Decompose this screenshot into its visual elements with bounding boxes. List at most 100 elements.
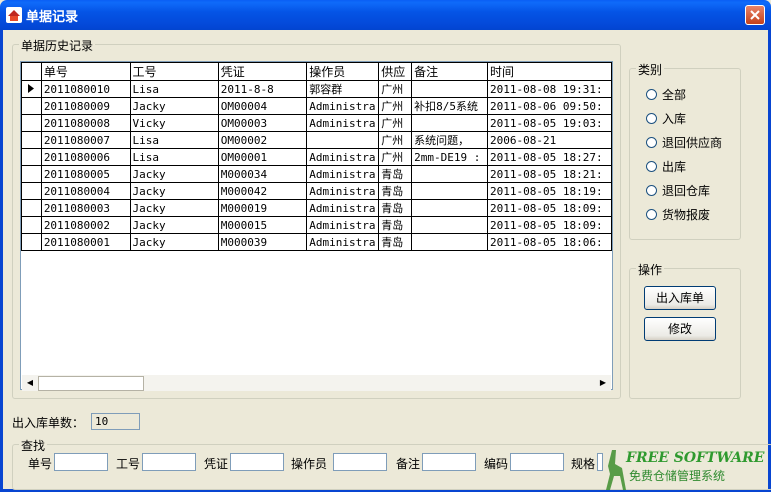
- row-selector[interactable]: [21, 182, 42, 200]
- cell-time[interactable]: 2011-08-05 18:21:: [487, 165, 612, 183]
- close-button[interactable]: [745, 5, 765, 25]
- cell-employee-id[interactable]: Lisa: [129, 148, 219, 166]
- scrollbar-thumb[interactable]: [38, 376, 144, 391]
- cell-voucher[interactable]: M000019: [217, 199, 308, 217]
- cell-remark[interactable]: 补扣8/5系统: [411, 97, 489, 115]
- cell-employee-id[interactable]: Jacky: [129, 97, 219, 115]
- cell-time[interactable]: 2011-08-05 18:19:: [487, 182, 612, 200]
- cell-operator[interactable]: Administra: [306, 233, 380, 251]
- cell-time[interactable]: 2011-08-05 18:09:: [487, 216, 612, 234]
- cell-supplier[interactable]: 广州: [378, 114, 413, 132]
- table-row[interactable]: 2011080008 Vicky OM00003 Administra 广州 2011-0…: [21, 114, 612, 132]
- scroll-right-arrow-icon[interactable]: ▶: [595, 375, 611, 391]
- cell-employee-id[interactable]: Jacky: [129, 199, 219, 217]
- cell-employee-id[interactable]: Lisa: [129, 80, 219, 98]
- table-row[interactable]: 2011080004 Jacky M000042 Administra 青岛 2011-0…: [21, 182, 612, 200]
- cell-voucher[interactable]: M000015: [217, 216, 308, 234]
- search-voucher-input[interactable]: [230, 453, 284, 471]
- search-operator-input[interactable]: [333, 453, 387, 471]
- table-row[interactable]: 2011080009 Jacky OM00004 Administra 广州 补扣8/5系…: [21, 97, 612, 115]
- cell-remark[interactable]: [411, 114, 489, 132]
- cell-time[interactable]: 2011-08-05 18:06:: [487, 233, 612, 251]
- cell-voucher[interactable]: OM00003: [217, 114, 308, 132]
- search-remark-input[interactable]: [422, 453, 476, 471]
- cell-employee-id[interactable]: Jacky: [129, 182, 219, 200]
- cell-bill-no[interactable]: 2011080002: [40, 216, 131, 234]
- row-selector[interactable]: [21, 114, 42, 132]
- column-header-voucher[interactable]: 凭证: [217, 62, 308, 81]
- cell-bill-no[interactable]: 2011080010: [40, 80, 131, 98]
- column-header-time[interactable]: 时间: [487, 62, 612, 81]
- cell-bill-no[interactable]: 2011080009: [40, 97, 131, 115]
- row-selector[interactable]: [21, 216, 42, 234]
- cell-supplier[interactable]: 青岛: [378, 182, 413, 200]
- cell-voucher[interactable]: OM00001: [217, 148, 308, 166]
- cell-operator[interactable]: Administra: [306, 97, 380, 115]
- radio-button[interactable]: [646, 208, 657, 220]
- cell-voucher[interactable]: 2011-8-8: [217, 80, 308, 98]
- row-selector[interactable]: [21, 97, 42, 115]
- horizontal-scrollbar[interactable]: ◀ ▶: [22, 374, 611, 391]
- cell-bill-no[interactable]: 2011080005: [40, 165, 131, 183]
- cell-bill-no[interactable]: 2011080001: [40, 233, 131, 251]
- cell-operator[interactable]: Administra: [306, 165, 380, 183]
- row-selector[interactable]: [21, 165, 42, 183]
- cell-supplier[interactable]: 青岛: [378, 165, 413, 183]
- cell-bill-no[interactable]: 2011080007: [40, 131, 131, 149]
- row-selector[interactable]: [21, 80, 42, 98]
- search-employee-id-input[interactable]: [142, 453, 196, 471]
- cell-supplier[interactable]: 青岛: [378, 216, 413, 234]
- cell-operator[interactable]: Administra: [306, 199, 380, 217]
- radio-button[interactable]: [646, 136, 657, 148]
- radio-button[interactable]: [646, 184, 657, 196]
- table-row[interactable]: 2011080007 Lisa OM00002 广州 系统问题， 2006-08-21: [21, 131, 612, 149]
- cell-time[interactable]: 2011-08-08 19:31:: [487, 80, 612, 98]
- cell-bill-no[interactable]: 2011080008: [40, 114, 131, 132]
- cell-employee-id[interactable]: Jacky: [129, 216, 219, 234]
- table-row[interactable]: 2011080003 Jacky M000019 Administra 青岛 2011-0…: [21, 199, 612, 217]
- cell-time[interactable]: 2011-08-06 09:50:: [487, 97, 612, 115]
- scroll-left-arrow-icon[interactable]: ◀: [22, 375, 38, 391]
- radio-button[interactable]: [646, 112, 657, 124]
- cell-operator[interactable]: Administra: [306, 182, 380, 200]
- cell-employee-id[interactable]: Jacky: [129, 165, 219, 183]
- column-header-operator[interactable]: 操作员: [306, 62, 380, 81]
- radio-return-supplier[interactable]: 退回供应商: [646, 134, 722, 150]
- row-selector[interactable]: [21, 233, 42, 251]
- cell-time[interactable]: 2006-08-21: [487, 131, 612, 149]
- table-row[interactable]: 2011080010 Lisa 2011-8-8 郭容群 广州 2011-08-08 19…: [21, 80, 612, 98]
- cell-time[interactable]: 2011-08-05 19:03:: [487, 114, 612, 132]
- search-code-input[interactable]: [510, 453, 564, 471]
- cell-remark[interactable]: [411, 182, 489, 200]
- table-row[interactable]: 2011080001 Jacky M000039 Administra 青岛 2011-0…: [21, 233, 612, 251]
- cell-supplier[interactable]: 广州: [378, 148, 413, 166]
- cell-voucher[interactable]: M000039: [217, 233, 308, 251]
- radio-scrap[interactable]: 货物报废: [646, 206, 710, 222]
- table-row[interactable]: 2011080002 Jacky M000015 Administra 青岛 2011-0…: [21, 216, 612, 234]
- cell-bill-no[interactable]: 2011080003: [40, 199, 131, 217]
- column-header-bill-no[interactable]: 单号: [40, 62, 131, 81]
- column-header-remark[interactable]: 备注: [411, 62, 489, 81]
- cell-employee-id[interactable]: Lisa: [129, 131, 219, 149]
- cell-remark[interactable]: [411, 80, 489, 98]
- cell-supplier[interactable]: 广州: [378, 131, 413, 149]
- radio-stock-out[interactable]: 出库: [646, 158, 686, 174]
- radio-stock-in[interactable]: 入库: [646, 110, 686, 126]
- radio-button[interactable]: [646, 88, 657, 100]
- cell-employee-id[interactable]: Vicky: [129, 114, 219, 132]
- cell-remark[interactable]: [411, 233, 489, 251]
- cell-supplier[interactable]: 广州: [378, 97, 413, 115]
- cell-bill-no[interactable]: 2011080006: [40, 148, 131, 166]
- title-bar[interactable]: 单据记录: [0, 0, 771, 30]
- table-row[interactable]: 2011080005 Jacky M000034 Administra 青岛 2011-0…: [21, 165, 612, 183]
- row-selector[interactable]: [21, 148, 42, 166]
- cell-voucher[interactable]: M000042: [217, 182, 308, 200]
- cell-voucher[interactable]: OM00002: [217, 131, 308, 149]
- cell-bill-no[interactable]: 2011080004: [40, 182, 131, 200]
- cell-time[interactable]: 2011-08-05 18:27:: [487, 148, 612, 166]
- cell-operator[interactable]: Administra: [306, 216, 380, 234]
- cell-remark[interactable]: [411, 216, 489, 234]
- table-row[interactable]: 2011080006 Lisa OM00001 Administra 广州 2mm-DE…: [21, 148, 612, 166]
- edit-button[interactable]: 修改: [644, 317, 716, 341]
- stock-io-button[interactable]: 出入库单: [644, 286, 716, 310]
